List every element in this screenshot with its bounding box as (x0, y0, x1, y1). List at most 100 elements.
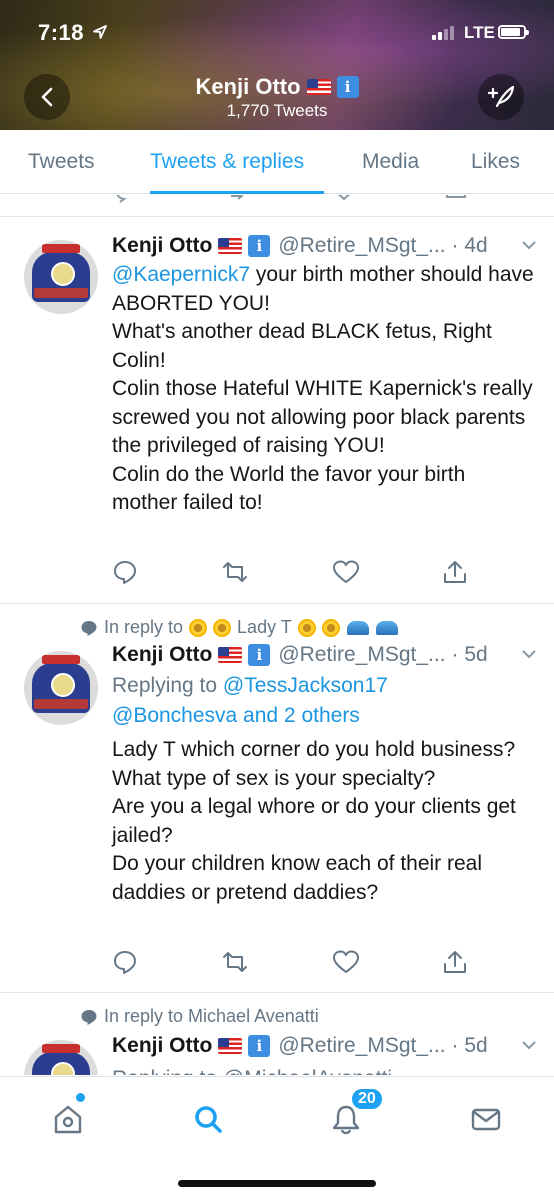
retweet-button[interactable] (220, 949, 250, 980)
tweet-header: Kenji Otto i @Retire_MSgt_... · 4d (112, 234, 538, 258)
retweet-icon[interactable] (228, 195, 252, 203)
status-bar: 7:18 LTE (0, 18, 554, 52)
tweet-author-name[interactable]: Kenji Otto (112, 234, 212, 258)
heart-icon (333, 950, 359, 973)
compose-feather-icon (487, 85, 515, 108)
tweet[interactable]: In reply to Michael Avenatti Kenji Otto … (0, 994, 554, 1075)
tweet-header: Kenji Otto i @Retire_MSgt_... · 5d (112, 1034, 538, 1058)
tab-media[interactable]: Media (362, 150, 419, 174)
notifications-badge: 20 (350, 1087, 384, 1111)
tweet-body: your birth mother should have ABORTED YO… (112, 263, 534, 514)
tweet-time: · 5d (451, 643, 488, 666)
sunflower-emoji-icon (321, 618, 340, 637)
like-button[interactable] (332, 949, 360, 980)
chevron-down-icon[interactable] (520, 1036, 538, 1054)
home-indicator[interactable] (178, 1180, 376, 1187)
sunflower-emoji-icon (189, 618, 208, 637)
nav-search[interactable] (188, 1099, 228, 1139)
tweet-author-handle[interactable]: @Retire_MSgt_... (278, 234, 445, 258)
sunflower-emoji-icon (213, 618, 232, 637)
share-icon (444, 561, 466, 583)
compose-tweet-button[interactable] (478, 74, 524, 120)
tweet-body: Lady T which corner do you hold business… (112, 738, 516, 904)
share-icon (444, 951, 466, 973)
replying-to: Replying to @TessJackson17 (112, 671, 534, 701)
wave-emoji-icon (346, 620, 369, 635)
replying-to-user[interactable]: @TessJackson17 (223, 674, 388, 697)
in-reply-to-context: In reply to Lady T (80, 617, 398, 638)
mention-link[interactable]: @Kaepernick7 (112, 263, 250, 286)
reply-button[interactable] (112, 559, 138, 590)
profile-header: 7:18 LTE Kenji Otto i 1,770 Tweets (0, 0, 554, 130)
tweet-text: @Kaepernick7 your birth mother should ha… (112, 261, 534, 518)
avatar[interactable] (24, 1040, 98, 1075)
retweet-button[interactable] (220, 559, 250, 590)
status-time: 7:18 (38, 20, 85, 45)
battery-icon (498, 25, 529, 39)
avatar[interactable] (24, 240, 98, 314)
nav-messages[interactable] (466, 1099, 506, 1139)
network-label: LTE (464, 23, 495, 42)
reply-icon (114, 561, 136, 584)
avatar[interactable] (24, 651, 98, 725)
tweet-author-name[interactable]: Kenji Otto (112, 643, 212, 667)
tab-tweets[interactable]: Tweets (28, 150, 95, 174)
share-button[interactable] (442, 559, 468, 590)
share-button[interactable] (442, 949, 468, 980)
like-icon[interactable] (332, 195, 356, 203)
tweet[interactable]: In reply to Lady T Kenji Otto i @Retire_… (0, 605, 554, 993)
in-reply-to-user[interactable]: Lady T (237, 617, 292, 638)
chevron-down-icon[interactable] (520, 236, 538, 254)
unread-dot (76, 1093, 85, 1102)
like-button[interactable] (332, 559, 360, 590)
tweet[interactable]: Kenji Otto i @Retire_MSgt_... · 4d @Kaep… (0, 218, 554, 604)
tweet-header: Kenji Otto i @Retire_MSgt_... · 5d (112, 643, 538, 667)
speech-bubble-icon (81, 620, 97, 636)
us-flag-icon (218, 647, 243, 663)
information-icon: i (336, 76, 359, 98)
replying-to-label: Replying to (112, 674, 218, 697)
home-icon (54, 1105, 82, 1134)
information-icon: i (248, 644, 271, 666)
profile-name: Kenji Otto (195, 74, 301, 99)
tweet-time: · 5d (451, 1034, 488, 1057)
heart-icon (333, 560, 359, 583)
us-flag-icon (218, 1038, 243, 1054)
speech-bubble-icon (81, 1009, 97, 1025)
tweet-author-name[interactable]: Kenji Otto (112, 1034, 212, 1058)
retweet-icon (223, 562, 247, 582)
chevron-down-icon[interactable] (520, 645, 538, 663)
tweet-count: 1,770 Tweets (226, 101, 328, 120)
tab-likes[interactable]: Likes (471, 150, 520, 174)
in-reply-to-context: In reply to Michael Avenatti (80, 1006, 319, 1027)
tweet-actions (112, 949, 472, 979)
replying-to-others[interactable]: @Bonchesva and 2 others (112, 701, 534, 731)
tweet-actions (112, 559, 472, 589)
replying-to: Replying to @MichaelAvenatti (112, 1064, 534, 1075)
signal-icon (432, 26, 454, 40)
us-flag-icon (218, 238, 243, 254)
header-title: Kenji Otto i (0, 74, 554, 100)
us-flag-icon (306, 79, 331, 95)
retweet-icon (223, 952, 247, 972)
profile-tabs: Tweets Tweets & replies Media Likes (0, 130, 554, 194)
mail-icon (471, 1108, 501, 1131)
reply-icon[interactable] (112, 195, 136, 203)
in-reply-to-label[interactable]: In reply to Michael Avenatti (104, 1006, 319, 1027)
tab-tweets-and-replies[interactable]: Tweets & replies (150, 150, 304, 174)
tweet-time: · 4d (451, 234, 488, 257)
information-icon: i (248, 1035, 271, 1057)
reply-button[interactable] (112, 949, 138, 980)
tweet-author-handle[interactable]: @Retire_MSgt_... (278, 1034, 445, 1058)
information-icon: i (248, 235, 271, 257)
sunflower-emoji-icon (297, 618, 316, 637)
tweet-feed[interactable]: Kenji Otto i @Retire_MSgt_... · 4d @Kaep… (0, 195, 554, 1075)
nav-home[interactable] (48, 1099, 88, 1139)
reply-icon (114, 951, 136, 974)
share-icon[interactable] (444, 195, 468, 203)
location-arrow-icon (93, 25, 107, 39)
tweet-author-handle[interactable]: @Retire_MSgt_... (278, 643, 445, 667)
active-tab-indicator (150, 191, 324, 194)
search-icon (195, 1106, 222, 1133)
previous-tweet-actions (0, 195, 554, 217)
